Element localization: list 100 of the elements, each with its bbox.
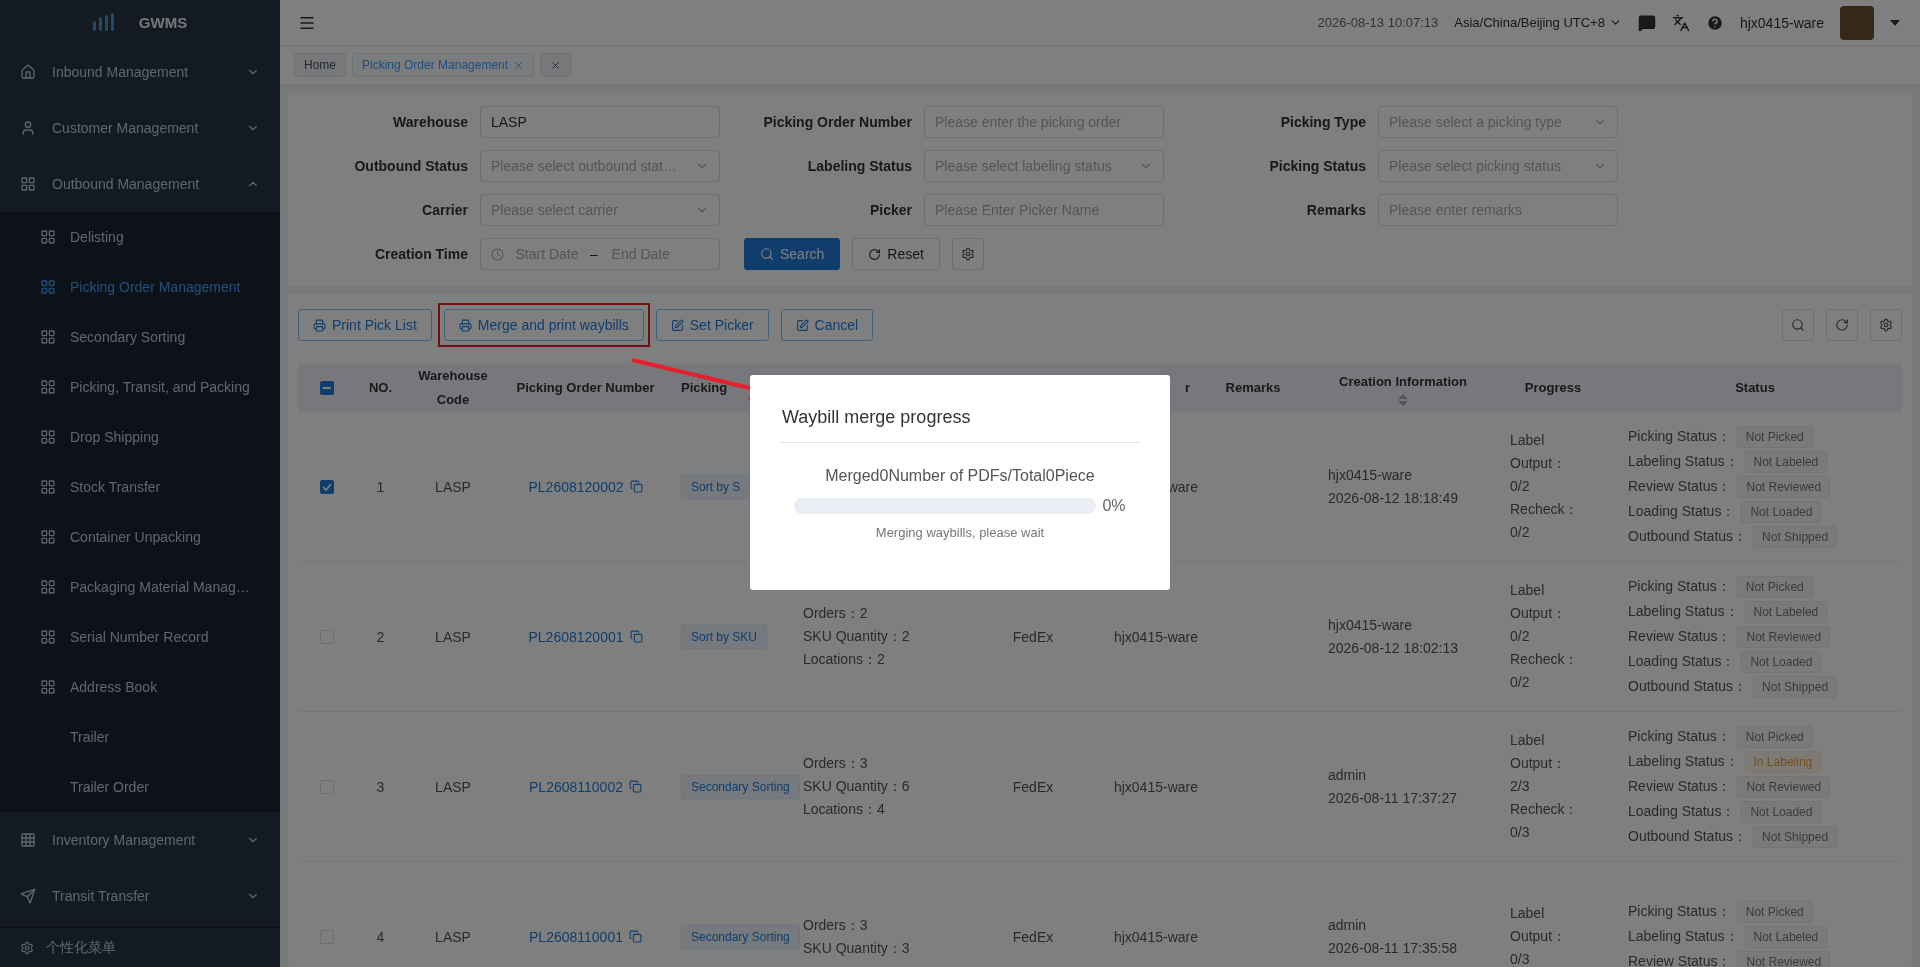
grid-icon [40, 429, 56, 445]
status-tag: Not Picked [1736, 725, 1813, 748]
column-header: Picking [681, 379, 728, 397]
status-tag: Not Loaded [1741, 650, 1822, 673]
type-tag: Secondary Sorting [681, 774, 800, 799]
copy-icon[interactable] [629, 480, 643, 493]
table-cell-text: Label Output： [1510, 731, 1568, 773]
column-header: Warehouse Code [417, 367, 489, 409]
menu-item[interactable]: Trailer [0, 712, 280, 762]
checkmark-icon [322, 482, 332, 491]
status-tag: Not Reviewed [1737, 475, 1831, 498]
menu-group[interactable]: Transit Transfer [0, 868, 280, 924]
menu-group[interactable]: Customer Management [0, 100, 280, 156]
menu-item[interactable]: Picking Order Management [0, 262, 280, 312]
menu-group[interactable]: Outbound Management [0, 156, 280, 212]
refresh-icon [868, 247, 882, 261]
page-tab[interactable]: Home [294, 53, 346, 77]
page-tab[interactable]: Picking Order Management [352, 53, 535, 77]
field-label: Picking Order Number [762, 114, 912, 130]
close-icon[interactable] [550, 59, 562, 71]
table-cell-text: 0/2 [1510, 477, 1531, 496]
status-label: Picking Status： [1628, 427, 1731, 446]
translate-icon[interactable] [1671, 13, 1690, 32]
select-all-checkbox[interactable] [320, 381, 334, 395]
reset-button[interactable]: Reset [852, 238, 940, 270]
grid-icon [40, 479, 56, 495]
status-tag: Not Shipped [1753, 825, 1838, 848]
chat-icon[interactable] [1637, 13, 1656, 32]
dialog-title: Waybill merge progress [781, 407, 971, 428]
field-label: Outbound Status [353, 158, 468, 174]
status-tag: Not Picked [1736, 900, 1813, 923]
menu-item[interactable]: Stock Transfer [0, 462, 280, 512]
menu-item[interactable]: Picking, Transit, and Packing [0, 362, 280, 412]
caret-icon[interactable] [1890, 19, 1900, 26]
table-cell-text: LASP [434, 778, 472, 795]
status-tag: Not Picked [1736, 425, 1813, 448]
settings-icon [960, 247, 975, 261]
menu-item[interactable]: Secondary Sorting [0, 312, 280, 362]
menu-item[interactable]: Packaging Material Manag… [0, 562, 280, 612]
status-label: Review Status： [1628, 777, 1732, 796]
status-tag: Not Shipped [1753, 525, 1838, 548]
progress-note: Merging waybills, please wait [875, 525, 1045, 540]
settings-button[interactable] [1870, 309, 1902, 341]
close-icon[interactable] [513, 59, 525, 71]
status-label: Loading Status： [1628, 502, 1736, 521]
menu-item[interactable]: Serial Number Record [0, 612, 280, 662]
field-label: Remarks [1305, 202, 1366, 218]
menu-item[interactable]: Address Book [0, 662, 280, 712]
copy-icon[interactable] [628, 930, 642, 943]
settings-button[interactable] [951, 238, 984, 270]
clock-icon [491, 247, 504, 261]
table-cell-text: SKU Quantity：6 [803, 777, 911, 796]
type-tag: Secondary Sorting [681, 924, 800, 949]
row-checkbox[interactable] [320, 479, 334, 494]
status-label: Review Status： [1628, 477, 1732, 496]
table-cell-text: hjx0415-ware [1328, 465, 1414, 485]
toolbar-button[interactable]: Cancel [780, 309, 874, 341]
order-link[interactable]: PL2608110001 [529, 928, 623, 945]
input-field[interactable]: LASP [480, 106, 720, 138]
search-button[interactable] [1782, 309, 1814, 341]
menu-group[interactable]: Inbound Management [0, 44, 280, 100]
timezone-select[interactable]: Asia/China/Beijing UTC+8 [1454, 15, 1622, 30]
printer-icon [313, 318, 326, 332]
avatar-placeholder [1840, 5, 1874, 40]
column-header: Remarks [1225, 379, 1281, 397]
copy-icon[interactable] [628, 780, 642, 793]
table-cell-text: 2026-08-11 17:37:27 [1328, 788, 1458, 808]
status-label: Review Status： [1628, 627, 1732, 646]
toolbar-button[interactable]: Print Pick List [298, 309, 432, 341]
table-cell-text: 0/3 [1510, 823, 1531, 842]
table-cell-text: admin [1328, 765, 1368, 785]
menu-item[interactable]: Container Unpacking [0, 512, 280, 562]
table-cell-text: 4 [375, 928, 386, 945]
table-cell-text: LASP [434, 928, 472, 945]
refresh-button[interactable] [1826, 309, 1858, 341]
send-icon [20, 888, 36, 904]
settings-icon [20, 940, 34, 955]
menu-item[interactable]: Delisting [0, 212, 280, 262]
search-icon [760, 247, 774, 261]
table-cell-text: SKU Quantity：2 [803, 627, 911, 646]
toolbar-button[interactable]: Merge and print waybills [443, 309, 644, 341]
sort-icon[interactable] [1398, 394, 1408, 406]
edit-icon [670, 318, 684, 332]
order-link[interactable]: PL2608110002 [529, 778, 623, 795]
menu-group[interactable]: Inventory Management [0, 812, 280, 868]
menu-item[interactable]: 个性化菜单 [0, 927, 280, 967]
copy-icon[interactable] [629, 630, 643, 643]
status-tag: Not Labeled [1744, 450, 1828, 473]
help-icon[interactable] [1705, 13, 1724, 32]
grid-icon [20, 176, 36, 192]
menu-item[interactable]: Trailer Order [0, 762, 280, 812]
search-button[interactable]: Search [744, 238, 841, 270]
grid-icon [40, 629, 56, 645]
order-link[interactable]: PL2608120001 [528, 628, 624, 645]
table-cell-text: Label Output： [1510, 904, 1568, 946]
toolbar-button[interactable]: Set Picker [655, 309, 769, 341]
menu-item[interactable]: Drop Shipping [0, 412, 280, 462]
progress-percent: 0% [1102, 497, 1126, 515]
table-cell-text: admin [1328, 915, 1368, 935]
order-link[interactable]: PL2608120002 [528, 478, 624, 495]
